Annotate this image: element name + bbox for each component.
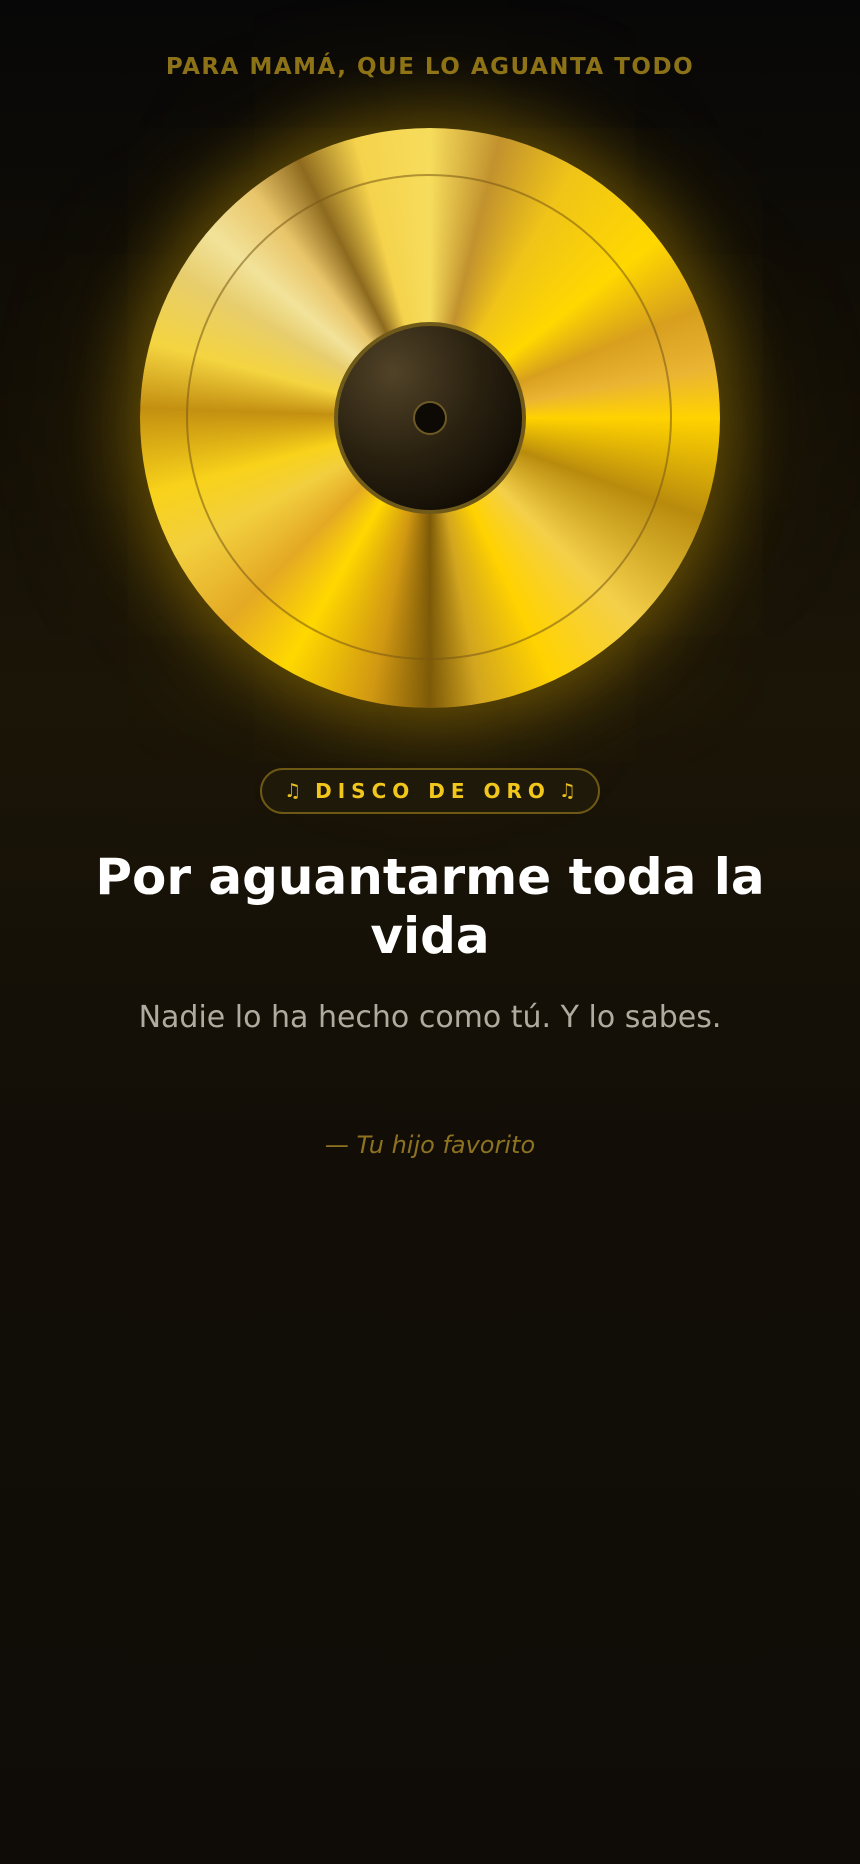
- signature-text: — Tu hijo favorito: [324, 1131, 536, 1159]
- subtitle-text: Nadie lo ha hecho como tú. Y lo sabes.: [138, 1000, 722, 1035]
- music-note-icon: ♫: [558, 780, 576, 802]
- dedication-text: PARA MAMÁ, QUE LO AGUANTA TODO: [165, 54, 695, 80]
- gold-record-badge: ♫ DISCO DE ORO ♫: [260, 768, 600, 814]
- music-note-icon: ♫: [284, 780, 302, 802]
- disc-spindle-hole: [413, 401, 447, 435]
- badge-label: DISCO DE ORO: [315, 779, 551, 803]
- main-headline: Por aguantarme toda la vida: [95, 848, 765, 965]
